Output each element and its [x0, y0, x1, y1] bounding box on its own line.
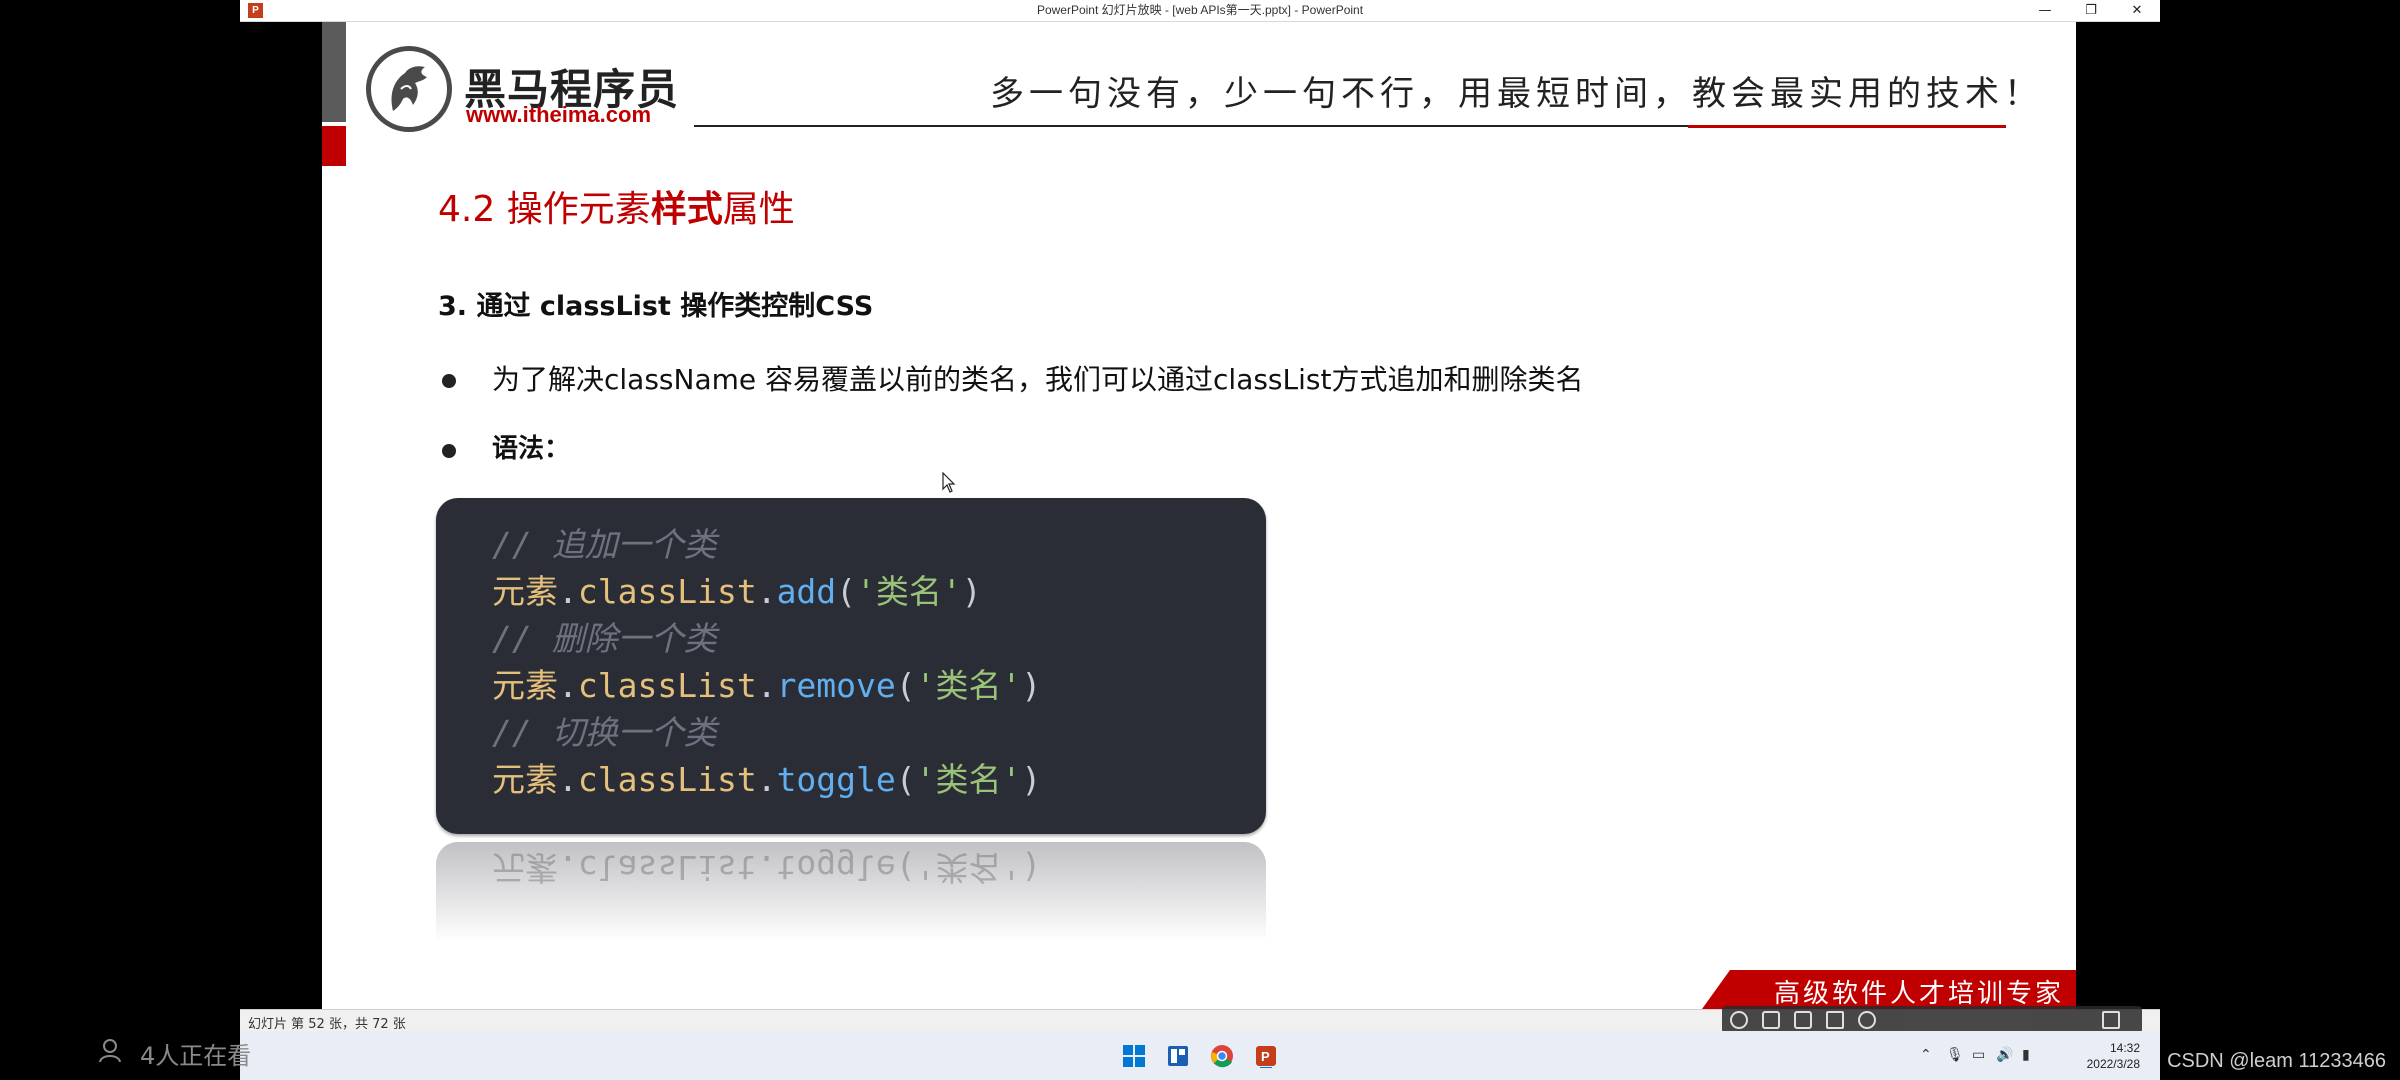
more-options-icon[interactable]: [2102, 1011, 2120, 1029]
bullet-text: 语法：: [492, 434, 571, 464]
slogan: 多一句没有，少一句不行，用最短时间，教会最实用的技术！: [990, 74, 2043, 114]
previous-slide-icon[interactable]: [1762, 1011, 1780, 1029]
title-bar: P PowerPoint 幻灯片放映 - [web APIs第一天.pptx] …: [240, 0, 2160, 22]
powerpoint-window: P PowerPoint 幻灯片放映 - [web APIs第一天.pptx] …: [240, 0, 2160, 1080]
logo-url: www.itheima.com: [466, 102, 652, 127]
network-icon[interactable]: ▭: [1972, 1047, 1985, 1063]
bullet-icon: [442, 374, 456, 388]
horse-logo-icon: [366, 46, 452, 132]
powerpoint-taskbar-icon[interactable]: P: [1254, 1044, 1278, 1068]
taskbar: P ⌃ 🎙 ▭ 🔊 ▮ 14:32 2022/3/28: [240, 1031, 2160, 1080]
left-accent-bar: [322, 22, 346, 122]
volume-icon[interactable]: 🔊: [1996, 1047, 2013, 1063]
subheading: 3. 通过 classList 操作类控制CSS: [438, 291, 874, 322]
slide-show-area: 黑马程序员 www.itheima.com 多一句没有，少一句不行，用最短时间，…: [240, 22, 2160, 1009]
clock[interactable]: 14:32 2022/3/28: [2087, 1040, 2140, 1072]
left-accent-bar-red: [322, 126, 346, 166]
header-divider-accent: [1688, 125, 2006, 128]
windows-start-icon[interactable]: [1122, 1044, 1146, 1068]
code-comment: // 删除一个类: [492, 619, 717, 658]
code-line: 元素.classList.toggle('类名'): [492, 760, 1042, 799]
viewers-icon: [99, 1039, 121, 1063]
code-comment: // 追加一个类: [492, 525, 717, 564]
minimize-button[interactable]: —: [2022, 0, 2068, 21]
date-text: 2022/3/28: [2086, 1057, 2140, 1071]
footer-text: 高级软件人才培训专家: [1774, 979, 2065, 1009]
reflection-text: 元素.classList.toggle('类名'): [492, 848, 1042, 887]
slideshow-toolbar: [1722, 1006, 2142, 1034]
microphone-icon[interactable]: 🎙: [1946, 1047, 1964, 1063]
csdn-watermark: CSDN @leam 11233466: [2167, 1050, 2386, 1072]
next-slide-icon[interactable]: [1794, 1011, 1812, 1029]
chevron-up-icon[interactable]: ⌃: [1920, 1047, 1932, 1063]
time-text: 14:32: [2109, 1041, 2140, 1055]
chrome-icon[interactable]: [1210, 1044, 1234, 1068]
svg-text:P: P: [1261, 1049, 1270, 1064]
slide-grid-icon[interactable]: [1826, 1011, 1844, 1029]
code-block: // 追加一个类 元素.classList.add('类名') // 删除一个类…: [436, 498, 1266, 834]
code-reflection: 元素.classList.toggle('类名'): [436, 842, 1266, 942]
close-button[interactable]: ✕: [2114, 0, 2160, 21]
code-line: 元素.classList.remove('类名'): [492, 666, 1042, 705]
section-title: 4.2 操作元素样式属性: [438, 189, 795, 230]
window-title: PowerPoint 幻灯片放映 - [web APIs第一天.pptx] - …: [1036, 3, 1364, 17]
slide-counter: 幻灯片 第 52 张，共 72 张: [248, 1017, 406, 1032]
battery-icon[interactable]: ▮: [2022, 1047, 2030, 1063]
bullet-icon: [442, 444, 456, 458]
mouse-cursor-icon: [942, 472, 956, 493]
code-comment: // 切换一个类: [492, 713, 717, 752]
bullet-text: 为了解决className 容易覆盖以前的类名，我们可以通过classList方…: [492, 363, 1584, 396]
zoom-icon[interactable]: [1858, 1011, 1876, 1029]
viewers-count: 4人正在看: [140, 1042, 252, 1070]
code-line: 元素.classList.add('类名'): [492, 572, 982, 611]
restore-button[interactable]: ❐: [2068, 0, 2114, 21]
pen-tool-icon[interactable]: [1730, 1011, 1748, 1029]
slide[interactable]: 黑马程序员 www.itheima.com 多一句没有，少一句不行，用最短时间，…: [322, 22, 2076, 1009]
widgets-icon[interactable]: [1166, 1044, 1190, 1068]
